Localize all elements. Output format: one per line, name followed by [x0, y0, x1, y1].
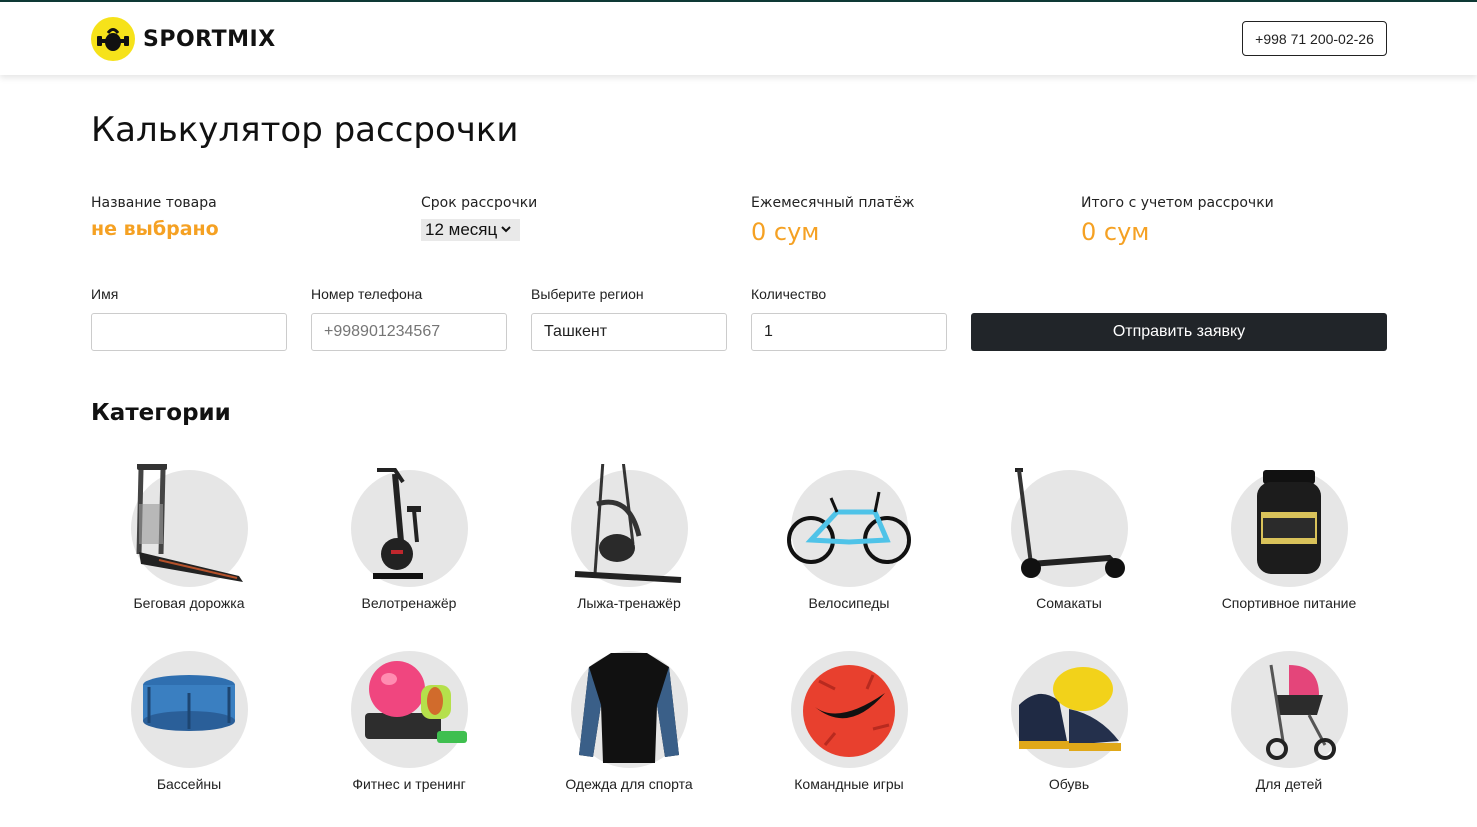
quantity-label: Количество: [751, 286, 827, 302]
chevron-down-icon: [501, 224, 511, 236]
term-select[interactable]: 12 месяц: [421, 219, 520, 241]
protein-jar-icon: [1257, 470, 1321, 574]
category-label: Сомакаты: [1036, 595, 1102, 611]
category-label: Лыжа-тренажёр: [577, 595, 681, 611]
region-label: Выберите регион: [531, 286, 644, 302]
site-header: SPORTMIX +998 71 200-02-26: [0, 2, 1477, 75]
sport-shirt-icon: [579, 653, 679, 763]
category-label: Для детей: [1255, 776, 1323, 792]
category-label: Бассейны: [156, 776, 222, 792]
elliptical-trainer-icon: [574, 464, 682, 583]
phone-input[interactable]: +998901234567: [311, 313, 507, 351]
phone-label: Номер телефона: [311, 286, 423, 302]
term-label: Срок рассрочки: [421, 195, 538, 211]
name-label: Имя: [91, 286, 119, 302]
product-label: Название товара: [91, 195, 217, 211]
category-label: Велосипеды: [808, 595, 890, 611]
bicycle-icon: [787, 491, 911, 564]
logo[interactable]: SPORTMIX: [91, 15, 276, 63]
category-label: Беговая дорожка: [133, 595, 245, 611]
phone-button[interactable]: +998 71 200-02-26: [1242, 21, 1387, 56]
monthly-label: Ежемесячный платёж: [751, 195, 915, 211]
fitness-ball-icon: [365, 661, 467, 743]
category-label: Фитнес и тренинг: [352, 776, 466, 792]
total-value: 0 сум: [1081, 218, 1150, 246]
category-label: Командные игры: [794, 776, 904, 792]
submit-button[interactable]: Отправить заявку: [971, 313, 1387, 351]
product-value: не выбрано: [91, 218, 219, 240]
total-label: Итого с учетом рассрочки: [1081, 195, 1274, 211]
exercise-bike-icon: [373, 468, 423, 579]
scooter-icon: [1015, 468, 1125, 578]
categories-heading: Категории: [91, 400, 231, 426]
logo-text: SPORTMIX: [143, 26, 276, 52]
category-label: Спортивное питание: [1221, 595, 1357, 611]
treadmill-icon: [136, 464, 243, 582]
category-label: Велотренажёр: [361, 595, 457, 611]
page-title: Калькулятор рассрочки: [91, 110, 519, 150]
stroller-icon: [1266, 664, 1336, 760]
monthly-value: 0 сум: [751, 218, 820, 246]
name-input[interactable]: [91, 313, 287, 351]
kettlebell-logo-icon: [91, 17, 135, 61]
quantity-input[interactable]: 1: [751, 313, 947, 351]
region-select[interactable]: Ташкент: [531, 313, 727, 351]
pool-icon: [143, 675, 235, 731]
football-icon: [803, 665, 895, 757]
category-label: Обувь: [1048, 776, 1090, 792]
sneakers-icon: [1019, 667, 1121, 751]
term-select-value: 12 месяц: [425, 220, 498, 239]
category-label: Одежда для спорта: [565, 776, 693, 792]
